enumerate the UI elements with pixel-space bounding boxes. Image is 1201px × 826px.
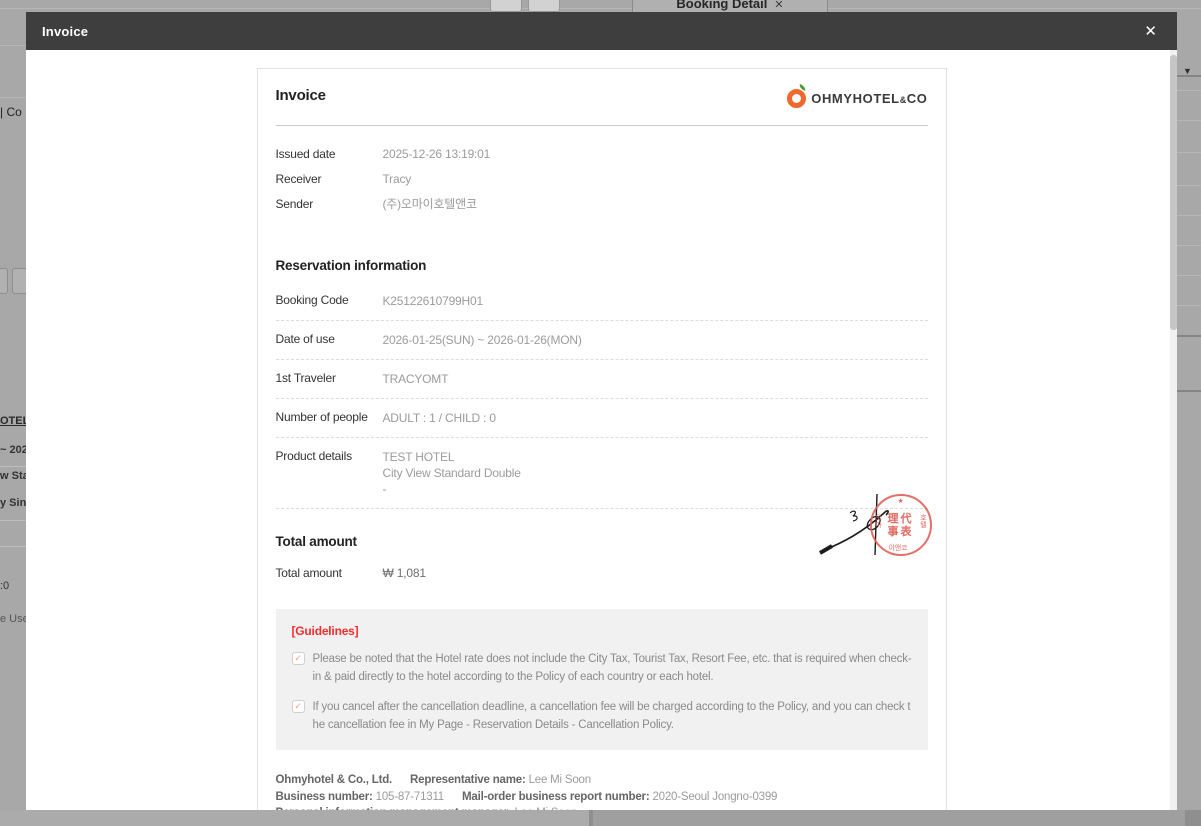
brand-logo: OHMYHOTEL&CO — [787, 89, 927, 108]
dropdown-arrow-icon[interactable]: ▼ — [1183, 66, 1192, 76]
tab-close-icon[interactable]: ✕ — [774, 0, 783, 11]
bg-divider — [1177, 90, 1201, 91]
total-amount-value: ₩ 1,081 — [382, 566, 426, 580]
total-amount-row: Total amount ₩ 1,081 — [276, 566, 928, 581]
bg-scrollbar-corner — [1185, 810, 1201, 826]
field-value: (주)오마이호텔앤코 — [382, 197, 478, 211]
guideline-text: Please be noted that the Hotel rate does… — [312, 653, 912, 683]
company-seal-icon: ★ 오마 호텔 이앤코 理代 事表 — [869, 494, 932, 556]
field-value: 2025-12-26 13:19:01 — [382, 147, 491, 161]
bg-divider — [1177, 245, 1201, 246]
checkbox-checked-icon[interactable]: ✓ — [291, 700, 305, 713]
bg-divider — [0, 520, 26, 521]
bg-text-fragment: y Sing — [0, 497, 26, 509]
reservation-heading: Reservation information — [275, 258, 427, 273]
issue-row: Sender (주)오마이호텔앤코 — [276, 192, 928, 217]
bg-divider — [1177, 335, 1201, 337]
close-icon[interactable]: ✕ — [1144, 24, 1157, 39]
company-info: Ohmyhotel & Co., Ltd. Representative name… — [276, 772, 928, 810]
bg-divider — [0, 45, 26, 46]
company-line: Personal information management manager:… — [276, 805, 928, 810]
field-label: Booking Code — [275, 293, 349, 307]
field-label: Number of people — [275, 410, 368, 424]
issue-row: Issued date 2025-12-26 13:19:01 — [276, 142, 928, 167]
field-label: Total amount — [275, 566, 343, 580]
guideline-item: ✓ Please be noted that the Hotel rate do… — [291, 650, 912, 686]
brand-name: OHMYHOTEL&CO — [811, 91, 928, 106]
field-value: TEST HOTEL City View Standard Double - — [383, 449, 521, 497]
checkbox-checked-icon[interactable]: ✓ — [291, 652, 305, 665]
field-value: K25122610799H01 — [382, 294, 484, 308]
modal-body: Invoice OHMYHOTEL&CO Issued date 2025-12… — [26, 50, 1177, 810]
field-label: Product details — [275, 449, 353, 463]
modal-scrollbar-thumb[interactable] — [1170, 55, 1177, 330]
bg-divider — [0, 8, 1201, 9]
guidelines-box: [Guidelines] ✓ Please be noted that the … — [275, 609, 928, 750]
company-name: Ohmyhotel & Co., Ltd. — [275, 774, 393, 786]
field-label: Issued date — [275, 147, 336, 161]
orange-logo-icon — [787, 89, 807, 108]
bg-text-fragment: | Co — [0, 105, 22, 119]
company-line: Business number: 105-87-71311 Mail-order … — [275, 790, 778, 803]
bg-button-fragment — [0, 268, 8, 294]
field-value: 2026-01-25(SUN) ~ 2026-01-26(MON) — [382, 333, 582, 347]
product-extra: - — [382, 482, 387, 496]
bg-divider — [1177, 185, 1201, 186]
field-label: Date of use — [275, 332, 335, 346]
product-hotel-name: TEST HOTEL — [382, 450, 455, 464]
bg-text-fragment: ~ 202 — [0, 444, 26, 456]
field-value: Tracy — [382, 172, 412, 186]
bg-divider — [1177, 152, 1201, 153]
bg-divider — [0, 97, 26, 98]
issue-info: Issued date 2025-12-26 13:19:01 Receiver… — [276, 142, 928, 217]
bg-link-fragment[interactable]: OTEL — [0, 415, 26, 427]
bg-text-fragment: e Use — [0, 613, 26, 625]
bg-divider — [0, 546, 26, 547]
bg-scrollbar-thumb[interactable] — [589, 810, 1185, 826]
bg-divider — [0, 466, 26, 467]
bg-divider — [1177, 120, 1201, 121]
modal-scrollbar[interactable] — [1170, 50, 1177, 810]
field-value: ADULT : 1 / CHILD : 0 — [382, 411, 497, 425]
bg-divider — [1177, 305, 1201, 306]
title-divider — [275, 125, 928, 126]
invoice-document: Invoice OHMYHOTEL&CO Issued date 2025-12… — [256, 68, 947, 810]
product-room-type: City View Standard Double — [382, 466, 521, 480]
bg-divider — [1177, 275, 1201, 276]
guideline-text: If you cancel after the cancellation dea… — [312, 701, 911, 731]
modal-header: Invoice ✕ — [26, 12, 1177, 50]
bg-button-fragment — [490, 0, 522, 12]
table-row: Number of people ADULT : 1 / CHILD : 0 — [275, 399, 928, 438]
bg-divider — [1177, 390, 1201, 392]
stamp-and-signature: ★ 오마 호텔 이앤코 理代 事表 — [814, 491, 932, 563]
field-label: Receiver — [275, 172, 322, 186]
bg-divider — [1177, 215, 1201, 216]
guideline-item: ✓ If you cancel after the cancellation d… — [291, 698, 912, 734]
company-line: Ohmyhotel & Co., Ltd. Representative name… — [275, 774, 592, 786]
bg-text-fragment: w Star — [0, 470, 26, 482]
field-label: Sender — [275, 197, 314, 211]
guidelines-heading: [Guidelines] — [291, 624, 359, 638]
table-row: 1st Traveler TRACYOMT — [275, 360, 928, 399]
modal-title: Invoice — [42, 23, 89, 39]
issue-row: Receiver Tracy — [276, 167, 928, 192]
table-row: Booking Code K25122610799H01 — [275, 282, 928, 321]
invoice-modal: Invoice ✕ Invoice OHMYHOTEL&CO Issued da… — [26, 12, 1177, 810]
table-row: Date of use 2026-01-25(SUN) ~ 2026-01-26… — [275, 321, 928, 360]
tab-booking-detail[interactable]: Booking Detail ✕ — [632, 0, 828, 12]
tab-label: Booking Detail — [676, 0, 768, 11]
reservation-table: Booking Code K25122610799H01 Date of use… — [275, 282, 928, 509]
invoice-title: Invoice — [275, 87, 326, 104]
field-value: TRACYOMT — [382, 372, 449, 386]
field-label: 1st Traveler — [275, 371, 336, 385]
bg-horizontal-scrollbar[interactable] — [0, 810, 1201, 826]
bg-button-fragment — [528, 0, 560, 12]
bg-text-fragment: :0 — [0, 580, 10, 592]
